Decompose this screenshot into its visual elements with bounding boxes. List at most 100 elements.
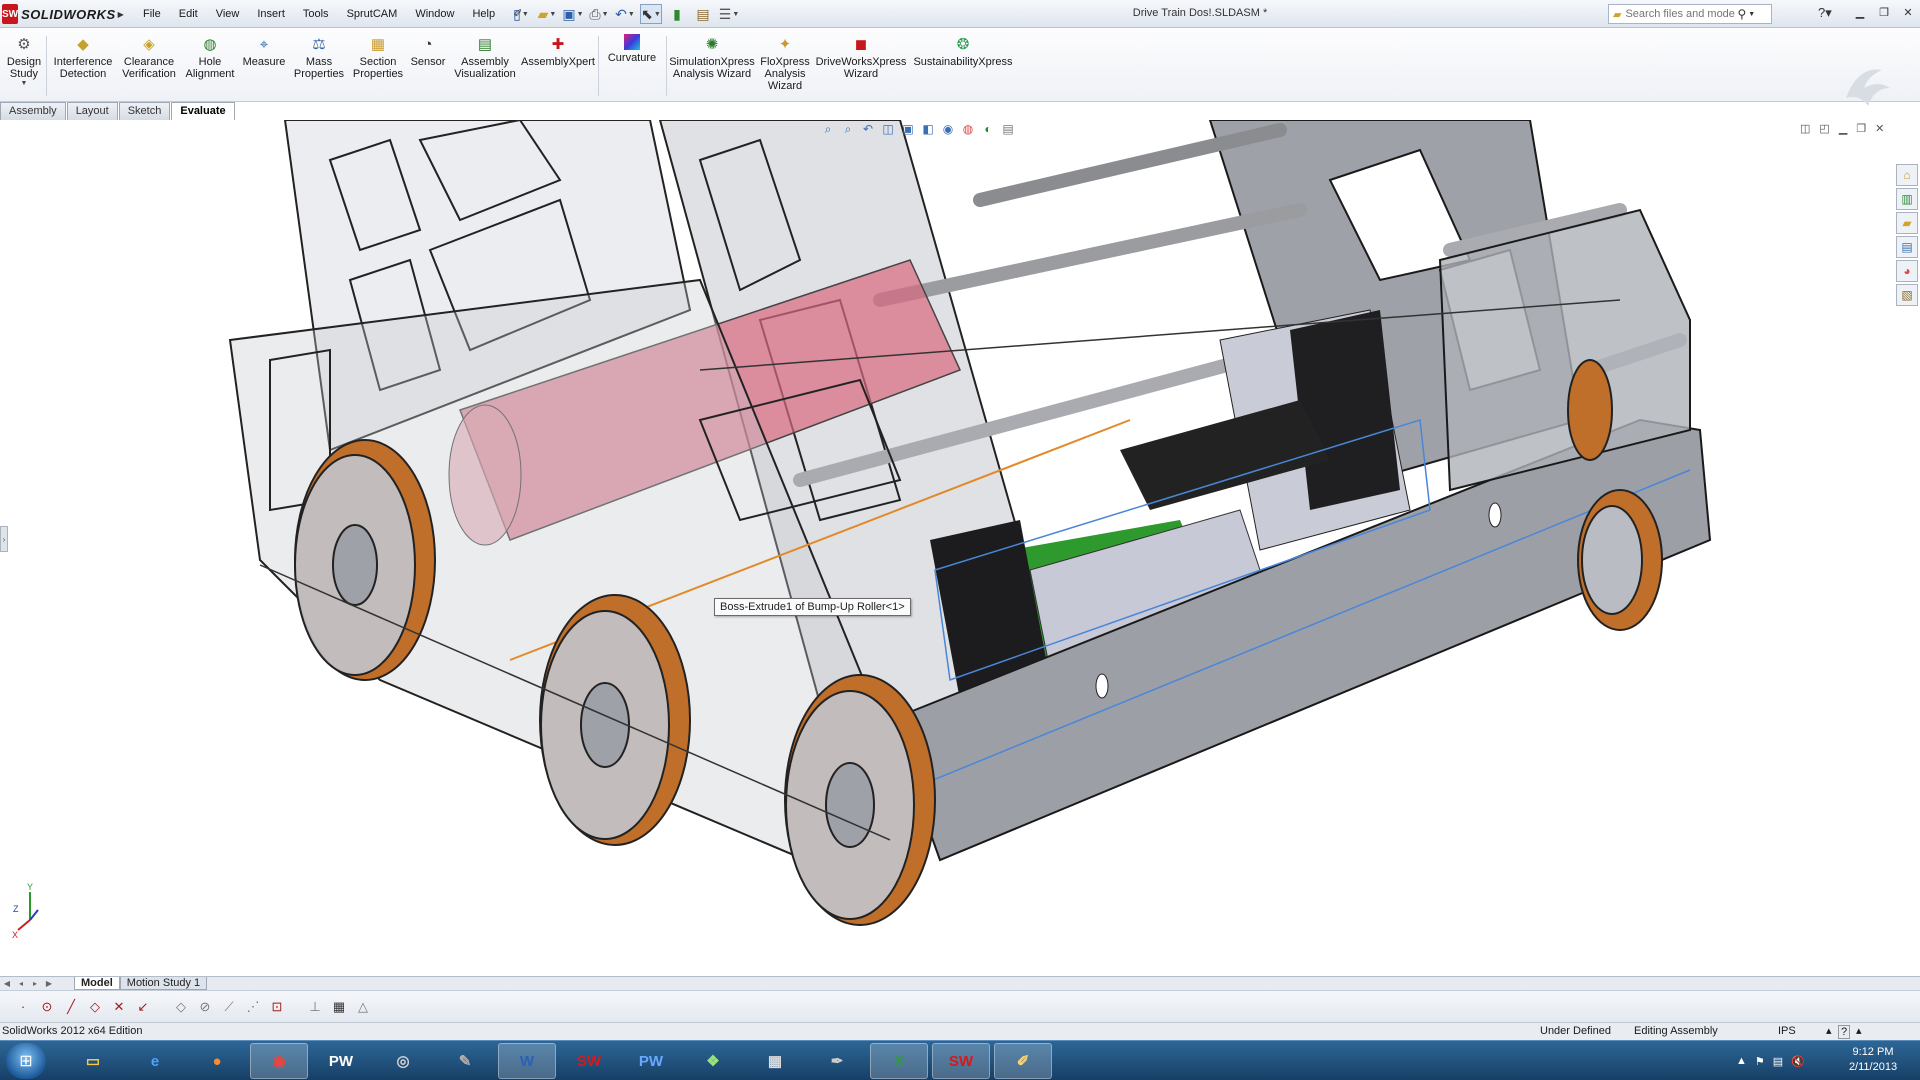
zoom-to-fit-icon[interactable]: ⌕ xyxy=(820,122,836,137)
display-style-icon[interactable]: ◧ xyxy=(920,122,936,136)
calculator-icon[interactable]: ▦ xyxy=(746,1043,804,1079)
help-icon[interactable]: ?▾ xyxy=(1818,5,1832,21)
view-orientation-icon[interactable]: ▣ xyxy=(900,122,916,136)
menu-edit[interactable]: Edit xyxy=(170,0,207,28)
start-button-icon[interactable]: ⊞ xyxy=(6,1043,46,1079)
units-selector[interactable]: IPS xyxy=(1778,1023,1796,1040)
sketch-fillet-icon[interactable]: ↙ xyxy=(134,999,152,1015)
floxpress-button[interactable]: ✦ FloXpress Analysis Wizard xyxy=(758,34,812,92)
network-icon[interactable]: ▤ xyxy=(1773,1055,1783,1068)
interference-detection-button[interactable]: ◆ Interference Detection xyxy=(50,34,116,80)
menu-file[interactable]: File xyxy=(134,0,170,28)
menu-insert[interactable]: Insert xyxy=(248,0,294,28)
tab-layout[interactable]: Layout xyxy=(66,102,118,120)
design-study-dropdown-icon[interactable]: ▼ xyxy=(21,80,28,87)
action-center-icon[interactable]: ⚑ xyxy=(1755,1055,1765,1068)
rebuild-icon[interactable]: ▮ xyxy=(666,4,688,24)
word-icon[interactable]: W xyxy=(498,1043,556,1079)
design-library-icon[interactable]: ▥ xyxy=(1896,188,1918,210)
simulationxpress-button[interactable]: ✺ SimulationXpress Analysis Wizard xyxy=(668,34,756,80)
internet-explorer-icon[interactable]: e xyxy=(126,1043,184,1079)
units-dropdown-icon[interactable]: ▴ xyxy=(1826,1023,1832,1040)
appearances-icon[interactable]: ◕ xyxy=(1896,260,1918,282)
menu-sprutcam[interactable]: SprutCAM xyxy=(338,0,407,28)
offset-icon[interactable]: ⊘ xyxy=(196,999,214,1015)
feature-manager-toggle-icon[interactable]: › xyxy=(0,526,8,552)
move-entities-icon[interactable]: ⊡ xyxy=(268,999,286,1015)
firefox-icon[interactable]: ● xyxy=(188,1043,246,1079)
minimize-icon[interactable]: ▁ xyxy=(1850,3,1870,21)
solidworks-logo[interactable]: SW SOLIDWORKS ▶ xyxy=(2,3,124,25)
tab-sketch[interactable]: Sketch xyxy=(118,102,171,120)
file-explorer-pane-icon[interactable]: ▰ xyxy=(1896,212,1918,234)
measure-button[interactable]: ⌖ Measure xyxy=(240,34,288,69)
graphics-area[interactable]: ⌕ ⌕ ↶ ◫ ▣ ◧ ◉ ◍ ◐ ▤ ◫ ◰ ▁ ❐ ✕ ⌂ ▥ ▰ ▤ ◕ … xyxy=(0,120,1920,976)
section-view-icon[interactable]: ◫ xyxy=(880,122,896,136)
close-icon[interactable]: ✕ xyxy=(1898,3,1918,21)
trim-icon[interactable]: ✕ xyxy=(110,999,128,1015)
search-icon[interactable]: ⚲ xyxy=(1737,7,1746,21)
search-input[interactable] xyxy=(1625,8,1736,20)
solidworks-icon[interactable]: SW xyxy=(560,1043,618,1079)
tab-evaluate[interactable]: Evaluate xyxy=(171,102,235,120)
menu-tools[interactable]: Tools xyxy=(294,0,338,28)
apply-scene-icon[interactable]: ◐ xyxy=(980,122,996,136)
circle-icon[interactable]: ⊙ xyxy=(38,999,56,1015)
line-icon[interactable]: ╱ xyxy=(62,999,80,1015)
smart-dimension-icon[interactable]: ◇ xyxy=(172,999,190,1015)
quick-snaps-icon[interactable]: △ xyxy=(354,999,372,1015)
hole-alignment-button[interactable]: ◍ Hole Alignment xyxy=(182,34,238,80)
excel-icon[interactable]: X xyxy=(870,1043,928,1079)
polygon-icon[interactable]: ◇ xyxy=(86,999,104,1015)
green-app-icon[interactable]: ❖ xyxy=(684,1043,742,1079)
file-explorer-icon[interactable]: ▭ xyxy=(64,1043,122,1079)
curvature-button[interactable]: Curvature xyxy=(602,34,662,64)
pen-tool-icon[interactable]: ✒ xyxy=(808,1043,866,1079)
save-icon[interactable]: ▣ ▼ xyxy=(562,4,584,24)
solidworks-active-icon[interactable]: SW xyxy=(932,1043,990,1079)
assembly-visualization-button[interactable]: ▤ Assembly Visualization xyxy=(452,34,518,80)
last-tab-icon[interactable]: ▶ xyxy=(42,979,56,988)
system-clock[interactable]: 9:12 PM 2/11/2013 xyxy=(1840,1045,1906,1075)
viewport-minimize-icon[interactable]: ▁ xyxy=(1839,122,1847,135)
open-document-icon[interactable]: ▰ ▼ xyxy=(536,4,558,24)
pw-icon[interactable]: PW xyxy=(312,1043,370,1079)
menu-window[interactable]: Window xyxy=(406,0,463,28)
mass-properties-button[interactable]: ⚖ Mass Properties xyxy=(292,34,346,80)
viewport-close-icon[interactable]: ✕ xyxy=(1875,122,1884,135)
file-properties-icon[interactable]: ▤ xyxy=(692,4,714,24)
point-icon[interactable]: · xyxy=(14,999,32,1014)
mirror-icon[interactable]: ⟋ xyxy=(220,999,238,1015)
restore-icon[interactable]: ❐ xyxy=(1874,3,1894,21)
menu-view[interactable]: View xyxy=(207,0,249,28)
section-properties-button[interactable]: ▦ Section Properties xyxy=(350,34,406,80)
viewport-restore-icon[interactable]: ❐ xyxy=(1856,122,1866,135)
sensor-button[interactable]: ◔ Sensor xyxy=(408,34,448,69)
pw3d-icon[interactable]: PW xyxy=(622,1043,680,1079)
assembly-model[interactable] xyxy=(0,120,1920,976)
clearance-verification-button[interactable]: ◈ Clearance Verification xyxy=(118,34,180,80)
camera-icon[interactable]: ◎ xyxy=(374,1043,432,1079)
custom-properties-icon[interactable]: ▧ xyxy=(1896,284,1918,306)
volume-icon[interactable]: 🔇 xyxy=(1791,1055,1805,1068)
sustainabilityxpress-button[interactable]: ❂ SustainabilityXpress xyxy=(910,34,1016,68)
status-flyout-icon[interactable]: ▴ xyxy=(1856,1023,1862,1040)
driveworksxpress-button[interactable]: ◼ DriveWorksXpress Wizard xyxy=(814,34,908,80)
select-icon[interactable]: ⬉ ▼ xyxy=(640,4,662,24)
solidworks-resources-icon[interactable]: ⌂ xyxy=(1896,164,1918,186)
chrome-icon[interactable]: ◉ xyxy=(250,1043,308,1079)
view-palette-icon[interactable]: ▤ xyxy=(1896,236,1918,258)
show-hidden-icons-icon[interactable]: ▲ xyxy=(1736,1055,1747,1067)
print-icon[interactable]: ⎙ ▼ xyxy=(588,4,610,24)
menu-help[interactable]: Help xyxy=(463,0,504,28)
zoom-to-area-icon[interactable]: ⌕ xyxy=(840,122,856,137)
options-icon[interactable]: ☰ ▼ xyxy=(718,4,740,24)
undo-icon[interactable]: ↶ ▼ xyxy=(614,4,636,24)
new-document-icon[interactable]: ▯ ▼ xyxy=(510,4,532,24)
convert-entities-icon[interactable]: ⋰ xyxy=(244,999,262,1015)
assemblyxpert-button[interactable]: ✚ AssemblyXpert xyxy=(521,34,595,68)
next-tab-icon[interactable]: ▸ xyxy=(28,979,42,988)
tab-assembly[interactable]: Assembly xyxy=(0,102,66,120)
grid-icon[interactable]: ▦ xyxy=(330,999,348,1015)
viewport-tile-icon[interactable]: ◰ xyxy=(1819,122,1829,135)
